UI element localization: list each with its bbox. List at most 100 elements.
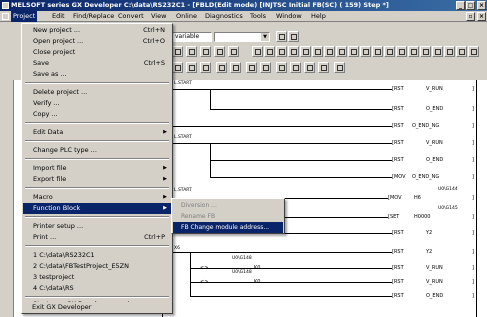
- toolbar-button[interactable]: [216, 62, 227, 73]
- contact-label: L.START: [174, 188, 192, 193]
- menu-item-save[interactable]: Save Ctrl+S: [23, 58, 171, 69]
- menu-view[interactable]: View: [151, 11, 166, 22]
- operand: O_END: [426, 293, 444, 299]
- toolbar-button[interactable]: [252, 46, 263, 57]
- submenu-item-rename-fb[interactable]: Rename FB: [173, 211, 283, 222]
- toolbar-button[interactable]: [200, 46, 211, 57]
- toolbar-button[interactable]: [214, 46, 225, 57]
- toolbar-button[interactable]: [336, 46, 347, 57]
- menu-edit[interactable]: Edit: [52, 11, 65, 22]
- menu-item-close-project[interactable]: Close project: [23, 47, 171, 58]
- toolbar-button[interactable]: [360, 46, 371, 57]
- instruction: [MOV: [388, 195, 402, 201]
- toolbar-button[interactable]: [456, 46, 467, 57]
- menu-item-recent-2[interactable]: 2 C:\data\FBTestProject_E5ZN: [23, 261, 171, 272]
- toolbar-button[interactable]: [186, 46, 197, 57]
- toolbar-button[interactable]: [312, 46, 323, 57]
- menu-diagnostics[interactable]: Diagnostics: [205, 11, 243, 22]
- menu-item-edit-data[interactable]: Edit Data ▶: [23, 127, 171, 138]
- menu-item-change-plc-type[interactable]: Change PLC type ...: [23, 145, 171, 156]
- toolbar-button[interactable]: [372, 46, 383, 57]
- compare-left: U0\G148: [232, 256, 252, 261]
- close-button[interactable]: ×: [477, 1, 486, 10]
- menu-window[interactable]: Window: [276, 11, 302, 22]
- menu-separator: [25, 245, 169, 247]
- instruction: [RST: [392, 265, 404, 271]
- menu-item-new-project[interactable]: New project ... Ctrl+N: [23, 25, 171, 36]
- toolbar-button[interactable]: [396, 46, 407, 57]
- menu-separator: [25, 122, 169, 124]
- menu-separator: [25, 216, 169, 218]
- menu-item-open-project[interactable]: Open project ... Ctrl+O: [23, 36, 171, 47]
- menu-item-recent-1[interactable]: 1 C:\data\RS232C1: [23, 250, 171, 261]
- project-tree-pane[interactable]: [0, 80, 14, 317]
- toolbar-button[interactable]: [276, 31, 287, 42]
- toolbar-button[interactable]: [408, 46, 419, 57]
- menu-item-exit[interactable]: Exit GX Developer: [22, 302, 172, 313]
- toolbar-button[interactable]: [172, 62, 183, 73]
- submenu-item-change-module-address[interactable]: FB Change module address...: [173, 222, 283, 233]
- menu-help[interactable]: Help: [311, 11, 326, 22]
- menu-find-replace[interactable]: Find/Replace: [73, 11, 114, 22]
- child-close-button[interactable]: ×: [477, 12, 486, 21]
- toolbar-button[interactable]: [468, 46, 479, 57]
- toolbar-button[interactable]: [186, 62, 197, 73]
- menu-convert[interactable]: Convert: [118, 11, 144, 22]
- menu-item-recent-3[interactable]: 3 testproject: [23, 272, 171, 283]
- toolbar-button[interactable]: [200, 62, 211, 73]
- contact-label: L.START: [174, 81, 192, 86]
- menu-separator: [25, 296, 169, 298]
- instruction: [RST: [392, 157, 404, 163]
- toolbar-button[interactable]: [318, 62, 329, 73]
- minimize-button[interactable]: _: [456, 1, 465, 10]
- toolbar-button[interactable]: [420, 46, 431, 57]
- toolbar-button[interactable]: [228, 46, 239, 57]
- contact-label: X6: [174, 246, 180, 251]
- toolbar-button[interactable]: [444, 46, 455, 57]
- menu-item-verify[interactable]: Verify ...: [23, 98, 171, 109]
- device-combo[interactable]: ▼: [214, 32, 270, 42]
- window-title: MELSOFT series GX Developer C:\data\RS23…: [11, 1, 389, 9]
- toolbar-button[interactable]: [348, 46, 359, 57]
- toolbar-button[interactable]: [276, 62, 287, 73]
- toolbar-button[interactable]: [264, 46, 275, 57]
- instruction: [RST: [392, 279, 404, 285]
- toolbar-button[interactable]: [288, 31, 299, 42]
- menu-item-import-file[interactable]: Import file ▶: [23, 163, 171, 174]
- menu-item-export-file[interactable]: Export file ▶: [23, 174, 171, 185]
- menu-item-function-block[interactable]: Function Block ▶: [23, 203, 171, 214]
- menu-item-print[interactable]: Print ... Ctrl+P: [23, 232, 171, 243]
- menu-online[interactable]: Online: [176, 11, 197, 22]
- submenu-item-conversion[interactable]: Diversion ...: [173, 200, 283, 211]
- operand: Y2: [426, 249, 433, 255]
- toolbar-button[interactable]: [290, 62, 301, 73]
- device-type-combo[interactable]: variable: [172, 32, 212, 42]
- toolbar-button[interactable]: [334, 62, 345, 73]
- project-menu-dropdown: New project ... Ctrl+N Open project ... Ct…: [21, 23, 173, 314]
- toolbar-button[interactable]: [304, 62, 315, 73]
- menu-separator: [25, 187, 169, 189]
- toolbar-button[interactable]: [230, 62, 241, 73]
- child-restore-button[interactable]: ▫: [466, 12, 475, 21]
- menu-item-recent-4[interactable]: 4 C:\data\RS: [23, 283, 171, 294]
- menu-item-copy[interactable]: Copy ...: [23, 109, 171, 120]
- toolbar-button[interactable]: [172, 46, 183, 57]
- toolbar-button[interactable]: [324, 46, 335, 57]
- menu-item-save-as[interactable]: Save as ...: [23, 69, 171, 80]
- menu-item-delete-project[interactable]: Delete project ...: [23, 87, 171, 98]
- menu-tools[interactable]: Tools: [250, 11, 266, 22]
- menu-item-macro[interactable]: Macro ▶: [23, 192, 171, 203]
- menu-project[interactable]: Project: [11, 11, 38, 22]
- submenu-arrow-icon: ▶: [163, 129, 167, 135]
- operand: O_END: [426, 157, 444, 163]
- toolbar-button[interactable]: [300, 46, 311, 57]
- toolbar-button[interactable]: [288, 46, 299, 57]
- toolbar-button[interactable]: [384, 46, 395, 57]
- menu-item-printer-setup[interactable]: Printer setup ...: [23, 221, 171, 232]
- toolbar-button[interactable]: [246, 62, 257, 73]
- toolbar-button[interactable]: [260, 62, 271, 73]
- toolbar-button[interactable]: [276, 46, 287, 57]
- maximize-button[interactable]: □: [466, 1, 475, 10]
- contact-label: L.START: [174, 135, 192, 140]
- toolbar-button[interactable]: [432, 46, 443, 57]
